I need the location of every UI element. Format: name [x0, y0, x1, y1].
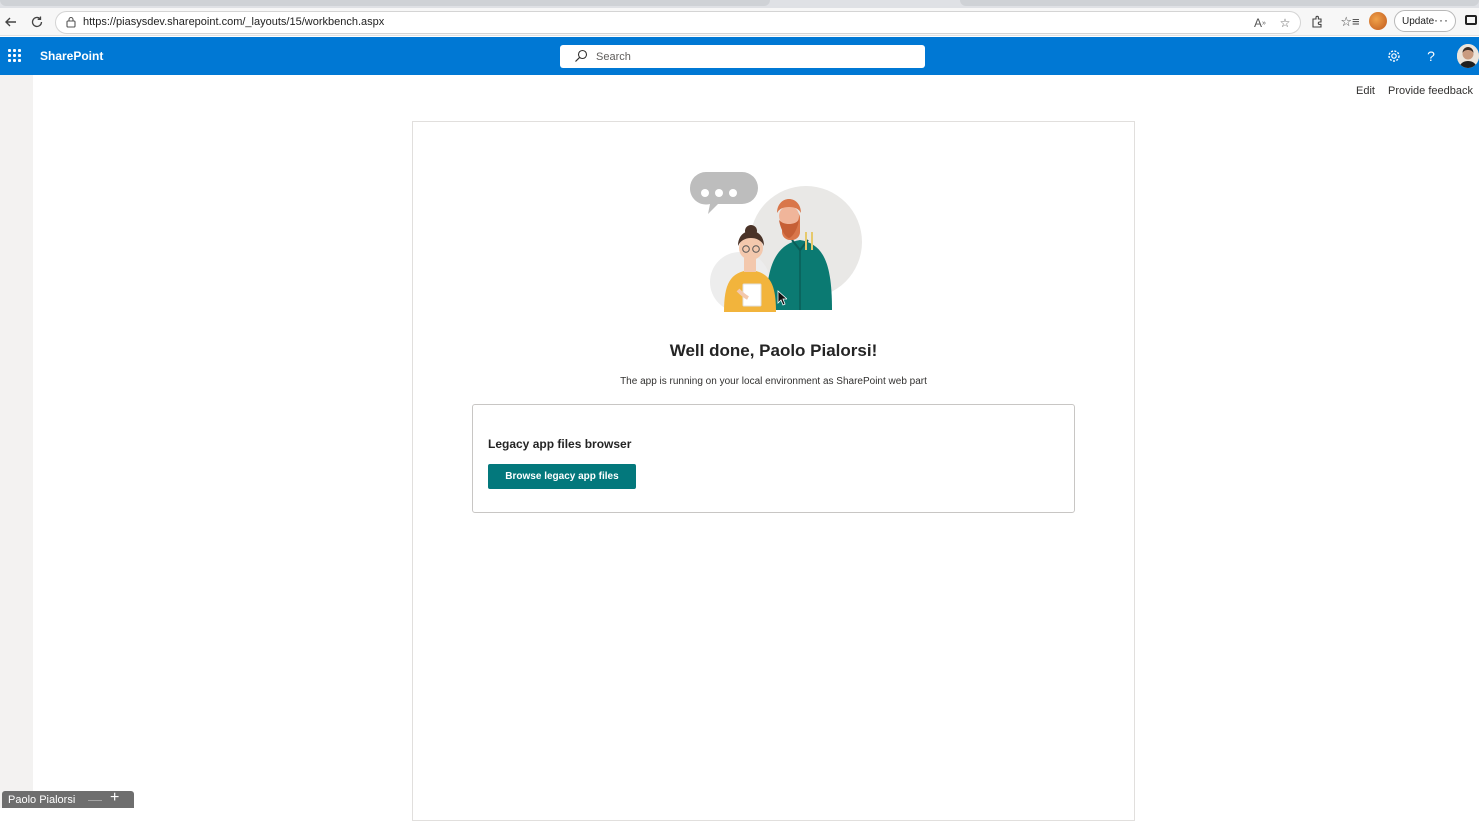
update-button[interactable]: Update ··· [1394, 10, 1456, 32]
search-box[interactable] [560, 45, 925, 68]
more-options-icon[interactable]: ··· [1434, 13, 1449, 27]
settings-gear-icon[interactable] [1384, 46, 1404, 66]
user-avatar[interactable] [1457, 44, 1479, 68]
welcome-illustration [689, 172, 862, 312]
url-field[interactable]: https://piasysdev.sharepoint.com/_layout… [55, 11, 1301, 34]
welcome-headline: Well done, Paolo Pialorsi! [669, 341, 878, 360]
pill-user-name: Paolo Pialorsi [8, 793, 76, 806]
left-rail [0, 75, 33, 808]
app-launcher-icon[interactable] [8, 49, 22, 63]
provide-feedback-command[interactable]: Provide feedback [1388, 85, 1473, 97]
card-title: Legacy app files browser [488, 437, 632, 451]
search-input[interactable] [596, 48, 906, 65]
browser-tab[interactable] [0, 0, 770, 6]
extensions-icon[interactable] [1306, 11, 1328, 33]
zoom-user-pill: Paolo Pialorsi — + [2, 789, 134, 808]
sharepoint-brand[interactable]: SharePoint [40, 49, 103, 63]
favorites-icon[interactable]: ☆≡ [1339, 11, 1361, 33]
refresh-icon[interactable] [26, 11, 48, 33]
browser-tab[interactable] [960, 0, 1479, 6]
help-icon[interactable]: ? [1421, 46, 1441, 66]
edit-command[interactable]: Edit [1356, 85, 1375, 97]
sidebar-toggle-icon[interactable] [1465, 15, 1477, 25]
browser-address-bar: https://piasysdev.sharepoint.com/_layout… [0, 8, 1479, 36]
browse-legacy-files-button[interactable]: Browse legacy app files [488, 464, 636, 489]
update-label: Update [1402, 15, 1435, 27]
back-icon[interactable] [0, 11, 22, 33]
read-aloud-icon[interactable]: A» [1251, 14, 1269, 32]
mouse-cursor-icon [777, 290, 787, 306]
favorite-star-icon[interactable]: ☆ [1276, 14, 1294, 32]
search-icon [575, 49, 588, 62]
url-text[interactable]: https://piasysdev.sharepoint.com/_layout… [83, 16, 384, 28]
legacy-files-card: Legacy app files browser Browse legacy a… [472, 404, 1075, 513]
zoom-out-icon[interactable]: — [88, 791, 102, 807]
lock-icon[interactable] [64, 15, 78, 29]
browser-tab-strip [0, 0, 1479, 8]
sharepoint-suite-bar: SharePoint ? [0, 37, 1479, 75]
zoom-in-icon[interactable]: + [110, 789, 119, 807]
welcome-subline: The app is running on your local environ… [620, 376, 927, 387]
browser-profile-icon[interactable] [1369, 12, 1387, 30]
